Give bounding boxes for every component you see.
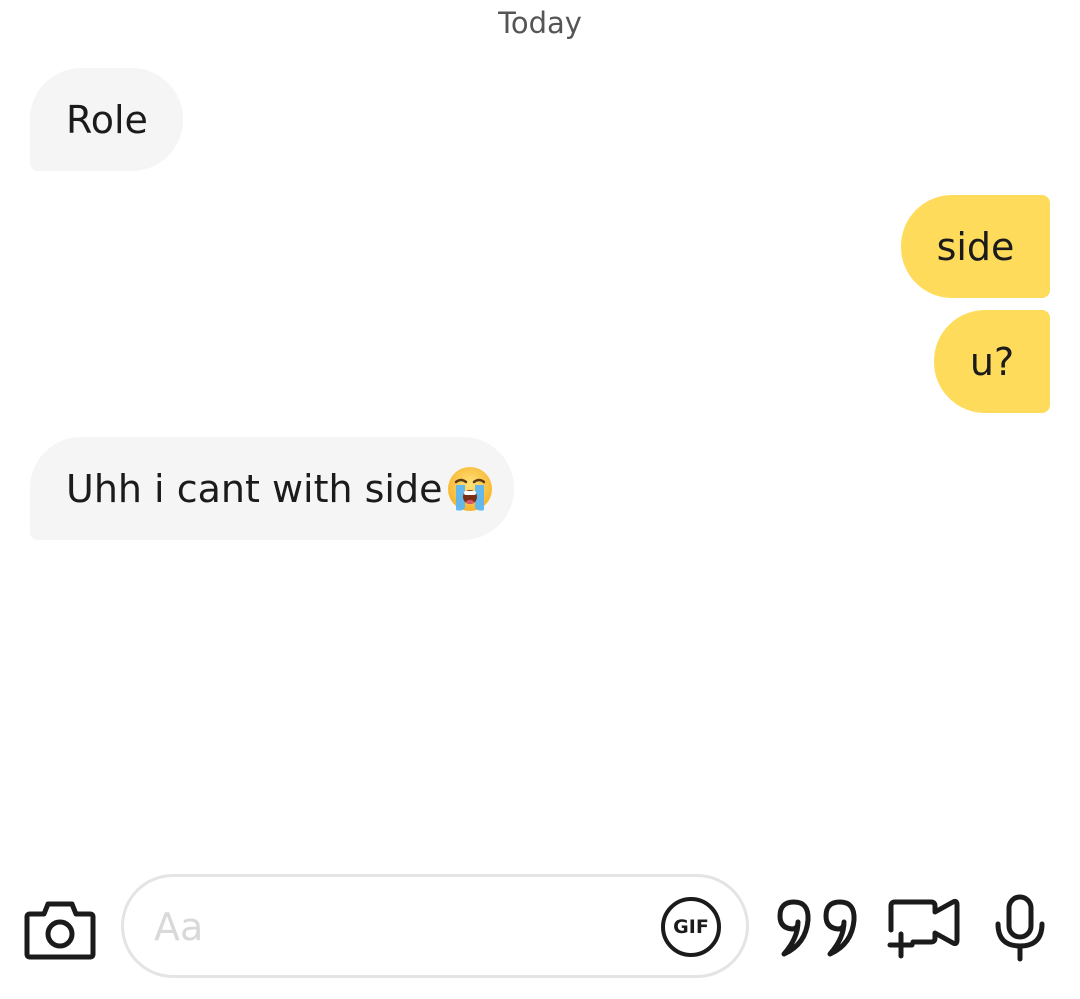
message-text: side: [936, 224, 1015, 269]
video-add-icon: [887, 898, 961, 960]
outgoing-message[interactable]: u?: [934, 310, 1050, 413]
gif-icon: GIF: [673, 916, 709, 938]
incoming-message[interactable]: Role: [30, 68, 183, 171]
camera-icon: [24, 896, 96, 960]
message-composer: GIF: [0, 860, 1080, 999]
loudly-crying-face-icon: [447, 466, 493, 512]
voice-message-button[interactable]: [994, 894, 1046, 962]
message-text: u?: [969, 339, 1015, 384]
gif-button[interactable]: GIF: [661, 897, 721, 957]
message-text: Role: [66, 97, 148, 142]
quote-icon: [776, 898, 862, 958]
video-chat-button[interactable]: [887, 898, 961, 960]
outgoing-message[interactable]: side: [901, 195, 1050, 298]
microphone-icon: [994, 894, 1046, 962]
incoming-message[interactable]: Uhh i cant with side: [30, 437, 514, 540]
message-input[interactable]: [154, 901, 624, 953]
camera-button[interactable]: [24, 896, 96, 960]
message-text: Uhh i cant with side: [66, 466, 443, 511]
quote-button[interactable]: [776, 898, 862, 958]
date-label: Today: [498, 6, 582, 40]
message-input-container[interactable]: GIF: [121, 874, 749, 978]
